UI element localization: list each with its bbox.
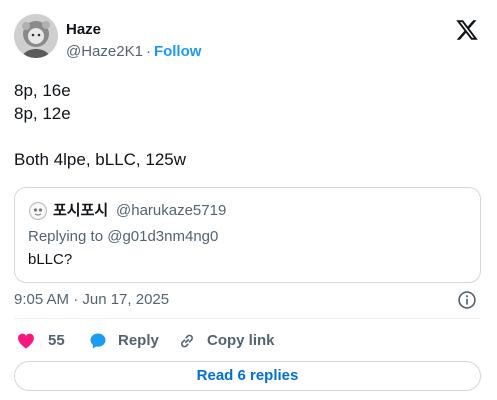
tweet-text: 8p, 16e 8p, 12e Both 4lpe, bLLC, 125w — [14, 81, 187, 169]
quoted-author-avatar — [29, 202, 47, 220]
like-button[interactable]: 55 — [16, 330, 65, 352]
read-replies-label: Read 6 replies — [196, 367, 299, 384]
author-handle[interactable]: @Haze2K1 — [66, 43, 143, 60]
read-replies-button[interactable]: Read 6 replies — [14, 361, 481, 391]
speech-bubble-icon — [90, 333, 106, 349]
x-logo-icon[interactable] — [454, 18, 480, 42]
quoted-replying-to: Replying to @g01d3nm4ng0 — [28, 228, 219, 245]
author-handle-row: @Haze2K1 · Follow — [66, 42, 201, 62]
divider — [14, 318, 481, 319]
author-avatar[interactable] — [14, 14, 58, 58]
quoted-tweet[interactable]: 포시포시 @harukaze5719 Replying to @g01d3nm4… — [14, 187, 481, 283]
link-icon — [181, 334, 193, 348]
heart-icon — [18, 333, 34, 349]
like-count: 55 — [48, 332, 65, 349]
reply-button[interactable]: Reply — [88, 330, 159, 352]
reply-label: Reply — [118, 332, 159, 349]
copy-link-button[interactable]: Copy link — [177, 330, 275, 352]
tweet-timestamp[interactable]: 9:05 AM · Jun 17, 2025 — [14, 290, 169, 310]
quoted-author-name: 포시포시 — [53, 202, 109, 219]
quoted-author-handle: @harukaze5719 — [116, 202, 227, 219]
separator-dot: · — [145, 43, 151, 60]
quoted-tweet-text: bLLC? — [28, 251, 73, 268]
tweet-embed-card: Haze @Haze2K1 · Follow 8p, 16e 8p, 12e Bot… — [0, 0, 497, 400]
info-icon[interactable] — [457, 290, 477, 310]
follow-button[interactable]: Follow — [154, 43, 202, 60]
copy-link-label: Copy link — [207, 332, 275, 349]
author-name[interactable]: Haze — [66, 20, 101, 40]
